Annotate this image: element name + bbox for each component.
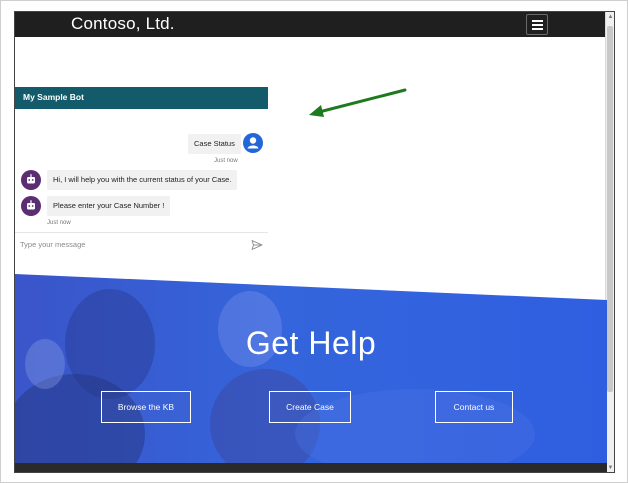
browser-window: Contoso, Ltd. ▲ ▼ My Sample Bot Case Sta…: [14, 11, 615, 473]
scroll-down-icon[interactable]: ▼: [607, 465, 614, 471]
bot-avatar-icon: [21, 196, 41, 216]
chat-input-row: [15, 232, 268, 254]
get-help-hero: Get Help Browse the KB Create Case Conta…: [15, 274, 607, 472]
annotation-arrow-icon: [309, 88, 407, 117]
footer-strip: [15, 463, 607, 472]
bot-message-bubble: Hi, I will help you with the current sta…: [47, 170, 238, 190]
screenshot-frame: Contoso, Ltd. ▲ ▼ My Sample Bot Case Sta…: [0, 0, 628, 483]
menu-icon: [532, 24, 543, 26]
message-input[interactable]: [20, 237, 220, 251]
top-navbar: Contoso, Ltd.: [15, 12, 607, 37]
hero-background: [15, 274, 607, 472]
scroll-up-icon[interactable]: ▲: [607, 14, 614, 20]
chat-header: My Sample Bot: [15, 87, 268, 109]
user-message-bubble: Case Status: [188, 134, 241, 154]
user-avatar-icon: [243, 133, 263, 153]
send-icon[interactable]: [251, 238, 263, 250]
hero-title: Get Help: [245, 325, 377, 361]
menu-icon: [532, 28, 543, 30]
hamburger-menu-button[interactable]: [526, 14, 548, 35]
contact-us-button[interactable]: Contact us: [435, 391, 513, 423]
bot-message-bubble: Please enter your Case Number !: [47, 196, 171, 216]
bot-avatar-icon: [21, 170, 41, 190]
brand-name[interactable]: Contoso, Ltd.: [71, 14, 175, 34]
chat-widget: My Sample Bot Case Status Just now Hi, I…: [15, 87, 268, 257]
scroll-thumb[interactable]: [607, 26, 613, 392]
chat-title: My Sample Bot: [23, 92, 84, 102]
message-timestamp: Just now: [47, 220, 71, 226]
menu-icon: [532, 20, 543, 22]
message-timestamp: Just now: [214, 158, 238, 164]
browse-kb-button[interactable]: Browse the KB: [101, 391, 191, 423]
create-case-button[interactable]: Create Case: [269, 391, 351, 423]
